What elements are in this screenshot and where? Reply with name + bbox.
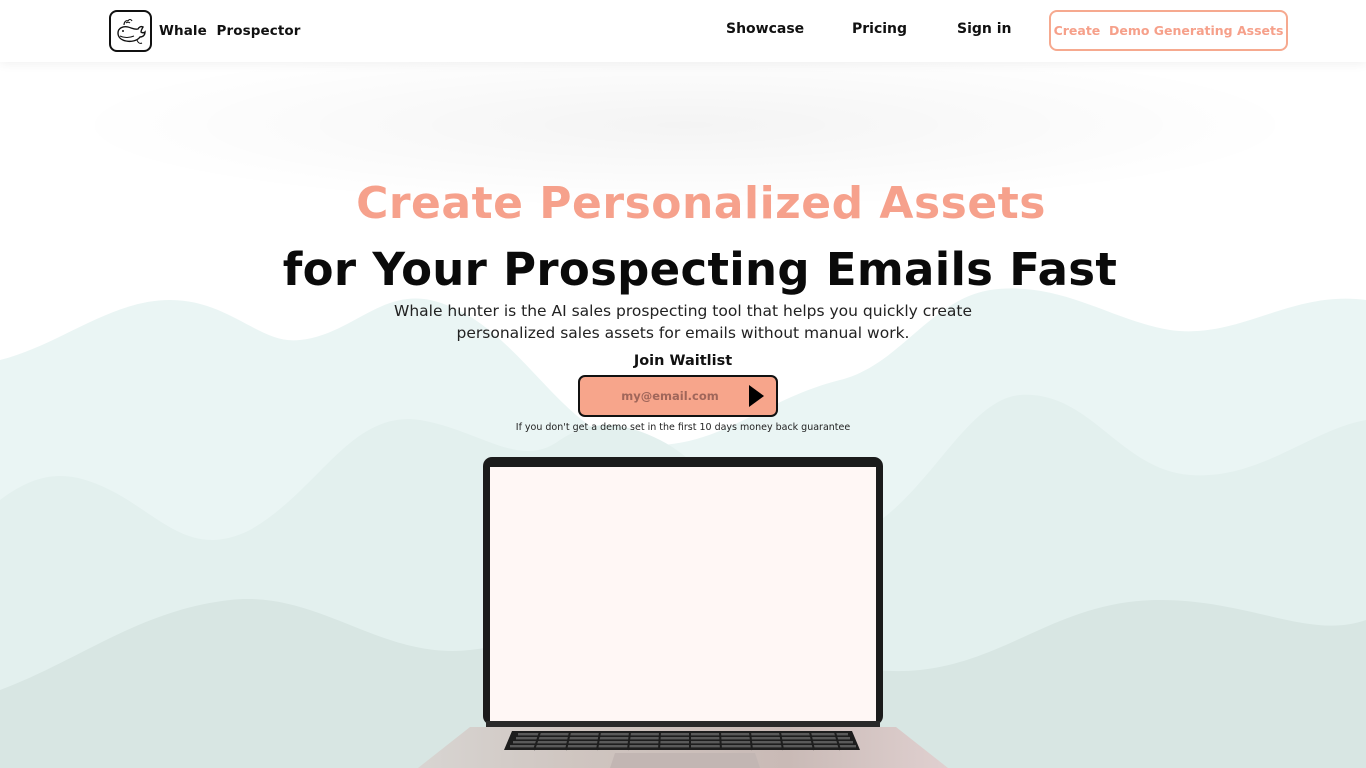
join-waitlist-label: Join Waitlist — [633, 353, 733, 369]
play-triangle-icon — [749, 385, 764, 407]
nav-link-pricing[interactable]: Pricing — [852, 21, 907, 37]
laptop-screen — [490, 467, 876, 721]
waitlist-form — [578, 375, 778, 417]
email-input[interactable] — [580, 378, 738, 414]
hero-section: Create Personalized Assets for Your Pros… — [0, 0, 1366, 768]
subtitle-line-1: Whale hunter is the AI sales prospecting… — [394, 302, 972, 320]
top-navbar: Whale Prospector Showcase Pricing Sign i… — [0, 0, 1366, 62]
submit-button[interactable] — [738, 378, 774, 414]
money-back-guarantee: If you don't get a demo set in the first… — [515, 422, 851, 433]
nav-link-showcase[interactable]: Showcase — [726, 21, 804, 37]
landing-page: Whale Prospector Showcase Pricing Sign i… — [0, 0, 1366, 768]
whale-icon[interactable] — [109, 10, 152, 52]
nav-link-sign-in[interactable]: Sign in — [957, 21, 1012, 37]
headline-main: for Your Prospecting Emails Fast — [282, 243, 1118, 296]
create-demo-button[interactable]: Create Demo Generating Assets — [1049, 10, 1288, 51]
subtitle-line-2: personalized sales assets for emails wit… — [456, 324, 910, 342]
brand-name[interactable]: Whale Prospector — [159, 23, 301, 39]
laptop-mockup — [418, 457, 948, 768]
headline-accent: Create Personalized Assets — [356, 178, 1046, 229]
brand[interactable]: Whale Prospector — [109, 10, 301, 52]
hero-subtitle: Whale hunter is the AI sales prospecting… — [383, 300, 983, 344]
